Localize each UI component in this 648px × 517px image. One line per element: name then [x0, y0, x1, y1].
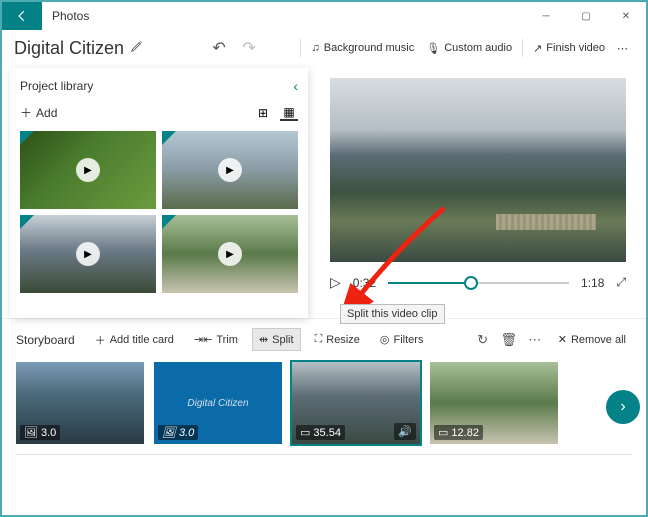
- back-button[interactable]: [2, 2, 42, 30]
- sound-icon: 🔊: [394, 423, 416, 440]
- title-bar: Photos ─ ▢ ✕: [2, 2, 646, 30]
- minimize-button[interactable]: ─: [526, 2, 566, 30]
- audio-icon: 🎙: [426, 42, 440, 55]
- collapse-icon[interactable]: ‹: [293, 78, 298, 94]
- add-button[interactable]: ＋ Add: [20, 104, 57, 121]
- clip-item[interactable]: Digital Citizen 🖼3.0: [154, 362, 282, 444]
- split-tooltip: Split this video clip: [340, 304, 445, 324]
- video-icon: ▭: [438, 426, 448, 439]
- project-library-panel: Project library ‹ ＋ Add ⊞ ▦ ▶ ▶ ▶ ▶: [10, 68, 308, 318]
- window-title: Photos: [42, 9, 526, 23]
- more-button[interactable]: ⋯: [617, 42, 628, 55]
- finish-video-button[interactable]: ↗ Finish video: [533, 42, 605, 55]
- grid-small-icon[interactable]: ▦: [280, 105, 298, 121]
- split-icon: ⇹: [259, 333, 268, 346]
- library-thumb[interactable]: ▶: [162, 215, 298, 293]
- filters-button[interactable]: ◎Filters: [374, 329, 430, 350]
- rotate-button[interactable]: ↻: [474, 332, 492, 348]
- storyboard-title: Storyboard: [16, 333, 75, 347]
- play-icon: ▶: [218, 158, 242, 182]
- resize-button[interactable]: ⛶Resize: [309, 329, 366, 350]
- storyboard-toolbar: Storyboard ＋ Add title card ⇥⇤Trim ⇹Spli…: [2, 318, 646, 352]
- clips-strip: 🖼3.0 Digital Citizen 🖼3.0 ▭35.54 🔊 ▭12.8…: [2, 352, 646, 454]
- library-thumb[interactable]: ▶: [162, 131, 298, 209]
- play-icon: ▶: [76, 158, 100, 182]
- custom-audio-button[interactable]: 🎙 Custom audio: [426, 42, 512, 55]
- trim-icon: ⇥⇤: [194, 333, 212, 346]
- export-icon: ↗: [533, 42, 542, 55]
- annotation-arrow: [344, 202, 454, 312]
- undo-button[interactable]: ↶: [204, 38, 234, 58]
- play-icon: ▶: [76, 242, 100, 266]
- redo-button: ↷: [234, 38, 264, 58]
- background-music-button[interactable]: ♫ Background music: [311, 42, 414, 54]
- library-thumb[interactable]: ▶: [20, 131, 156, 209]
- music-icon: ♫: [311, 42, 319, 54]
- resize-icon: ⛶: [315, 333, 323, 346]
- total-time: 1:18: [581, 276, 604, 290]
- image-icon: 🖼: [162, 426, 176, 439]
- play-icon: ▶: [218, 242, 242, 266]
- library-title: Project library: [20, 79, 93, 93]
- video-icon: ▭: [300, 426, 310, 439]
- clip-item[interactable]: ▭12.82: [430, 362, 558, 444]
- edit-name-icon[interactable]: [130, 39, 144, 58]
- add-title-card-button[interactable]: ＋ Add title card: [89, 328, 180, 352]
- delete-button[interactable]: 🗑: [500, 332, 518, 348]
- split-button[interactable]: ⇹Split: [252, 328, 301, 351]
- fullscreen-icon[interactable]: ⤢: [616, 275, 626, 290]
- more-storyboard-button[interactable]: ⋯: [526, 332, 544, 348]
- play-button[interactable]: ▷: [330, 274, 341, 291]
- image-icon: 🖼: [24, 426, 38, 439]
- grid-large-icon[interactable]: ⊞: [254, 105, 272, 121]
- filters-icon: ◎: [380, 333, 390, 346]
- project-name[interactable]: Digital Citizen: [14, 38, 124, 59]
- clip-item[interactable]: ▭35.54 🔊: [292, 362, 420, 444]
- trim-button[interactable]: ⇥⇤Trim: [188, 329, 244, 350]
- plus-icon: ＋: [20, 104, 32, 121]
- library-thumb[interactable]: ▶: [20, 215, 156, 293]
- remove-all-button[interactable]: ✕ Remove all: [552, 329, 632, 350]
- close-button[interactable]: ✕: [606, 2, 646, 30]
- header-toolbar: Digital Citizen ↶ ↷ ♫ Background music 🎙…: [2, 30, 646, 66]
- maximize-button[interactable]: ▢: [566, 2, 606, 30]
- clip-item[interactable]: 🖼3.0: [16, 362, 144, 444]
- next-button[interactable]: ›: [606, 390, 640, 424]
